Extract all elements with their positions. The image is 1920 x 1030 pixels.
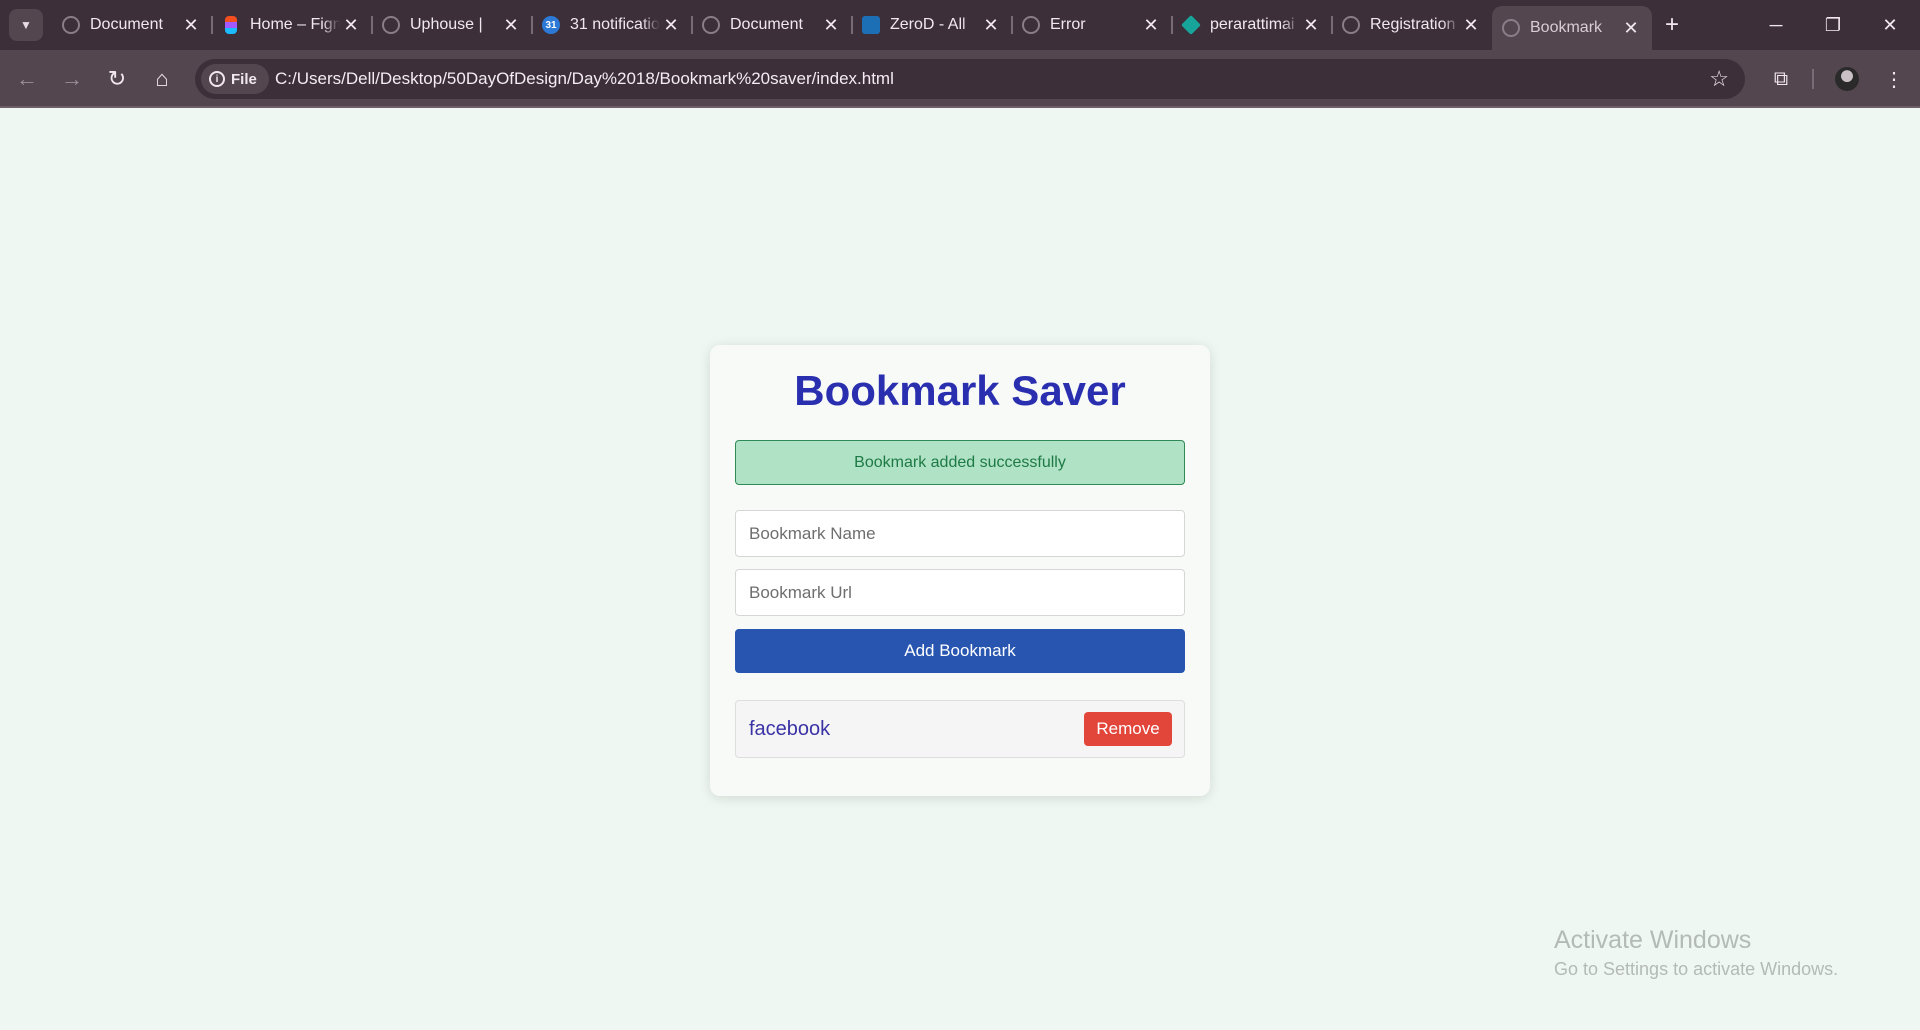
tab-notifications[interactable]: 31 31 notifications ✕ [531,6,692,44]
arrow-right-icon: → [61,66,83,91]
globe-icon [62,16,80,34]
globe-icon [1022,16,1040,34]
tab-title: perarattimai [1210,16,1295,33]
success-alert: Bookmark added successfully [735,440,1185,485]
tab-registration[interactable]: Registration ✕ [1331,6,1492,44]
bookmark-link[interactable]: facebook [749,718,830,741]
close-window-button[interactable]: ✕ [1860,0,1920,50]
close-icon[interactable]: ✕ [500,15,522,36]
bookmark-card: Bookmark Saver Bookmark added successful… [710,345,1210,796]
site-info-chip[interactable]: i File [201,64,269,94]
figma-icon [225,16,237,34]
tab-zerod[interactable]: ZeroD - All ✕ [851,6,1012,44]
tab-list: Document ✕ Home – Figma ✕ Uphouse | ✕ 31… [52,6,1692,50]
watermark-title: Activate Windows [1554,926,1752,954]
activate-windows-watermark: Activate Windows Go to Settings to activ… [1554,926,1838,980]
close-icon[interactable]: ✕ [1140,15,1162,36]
tab-title: Document [730,16,803,33]
globe-icon [1342,16,1360,34]
close-icon[interactable]: ✕ [660,15,682,36]
plus-icon: + [1664,11,1679,38]
arrow-left-icon: ← [16,66,38,91]
more-vert-icon: ⋮ [1884,68,1904,91]
add-bookmark-button[interactable]: Add Bookmark [735,629,1185,673]
close-icon[interactable]: ✕ [180,15,202,36]
watermark-subtitle: Go to Settings to activate Windows. [1554,959,1839,979]
home-button[interactable]: ⌂ [144,61,180,97]
tab-title: 31 notifications [570,16,660,33]
tab-title: Error [1050,16,1086,33]
scheme-label: File [231,70,257,88]
bookmark-url-input[interactable] [735,569,1185,616]
list-item: facebook Remove [735,700,1185,758]
close-icon[interactable]: ✕ [820,15,842,36]
back-button[interactable]: ← [9,61,45,97]
forward-button[interactable]: → [54,61,90,97]
puzzle-icon: ⧉ [1773,67,1789,90]
remove-button[interactable]: Remove [1084,712,1172,746]
tab-title: Registration [1370,16,1456,33]
restore-icon: ❐ [1824,14,1842,35]
calendar-badge: 31 [545,19,557,31]
tab-document-2[interactable]: Document ✕ [691,6,852,44]
tab-figma[interactable]: Home – Figma ✕ [211,6,372,44]
home-icon: ⌂ [155,66,169,91]
toolbar-divider [1812,69,1814,89]
tab-search-button[interactable]: ▼ [9,9,43,41]
info-icon: i [209,71,225,87]
browser-toolbar: ← → ↻ ⌂ i File C:/Users/Dell/Desktop/50D… [0,50,1920,108]
zerod-icon [862,16,880,34]
minimize-button[interactable]: ─ [1746,0,1806,50]
close-icon[interactable]: ✕ [1460,15,1482,36]
tab-uphouse[interactable]: Uphouse | ✕ [371,6,532,44]
tab-title: Home – Figma [250,16,340,33]
extensions-button[interactable]: ⧉ [1763,61,1799,97]
bookmark-name-input[interactable] [735,510,1185,557]
minimize-icon: ─ [1769,14,1783,35]
tab-title: Document [90,16,163,33]
tab-title: ZeroD - All [890,16,966,33]
tab-document-1[interactable]: Document ✕ [52,6,212,44]
globe-icon [1502,19,1520,37]
close-icon[interactable]: ✕ [1300,15,1322,36]
star-icon[interactable]: ☆ [1709,66,1729,92]
close-icon[interactable]: ✕ [1620,18,1642,39]
profile-button[interactable] [1829,61,1865,97]
tab-bookmark-active[interactable]: Bookmark ✕ [1492,6,1652,50]
url-text[interactable]: C:/Users/Dell/Desktop/50DayOfDesign/Day%… [275,69,894,89]
reload-icon: ↻ [107,66,127,91]
close-icon: ✕ [1882,14,1898,35]
globe-icon [702,16,720,34]
calendar-icon: 31 [542,16,560,34]
menu-button[interactable]: ⋮ [1876,61,1912,97]
restore-button[interactable]: ❐ [1803,0,1863,50]
avatar [1835,67,1859,91]
tab-perarattimai[interactable]: perarattimai ✕ [1171,6,1332,44]
tab-strip: ▼ Document ✕ Home – Figma ✕ Uphouse | ✕ … [0,0,1920,50]
address-bar[interactable]: i File C:/Users/Dell/Desktop/50DayOfDesi… [195,59,1745,99]
chevron-down-icon: ▼ [20,18,32,32]
close-icon[interactable]: ✕ [980,15,1002,36]
globe-icon [382,16,400,34]
close-icon[interactable]: ✕ [340,15,362,36]
new-tab-button[interactable]: + [1652,6,1692,44]
tab-error[interactable]: Error ✕ [1011,6,1172,44]
diamond-icon [1181,15,1201,35]
reload-button[interactable]: ↻ [99,61,135,97]
tab-title: Bookmark [1530,19,1603,36]
page-title: Bookmark Saver [794,367,1126,414]
tab-title: Uphouse | [410,16,483,33]
